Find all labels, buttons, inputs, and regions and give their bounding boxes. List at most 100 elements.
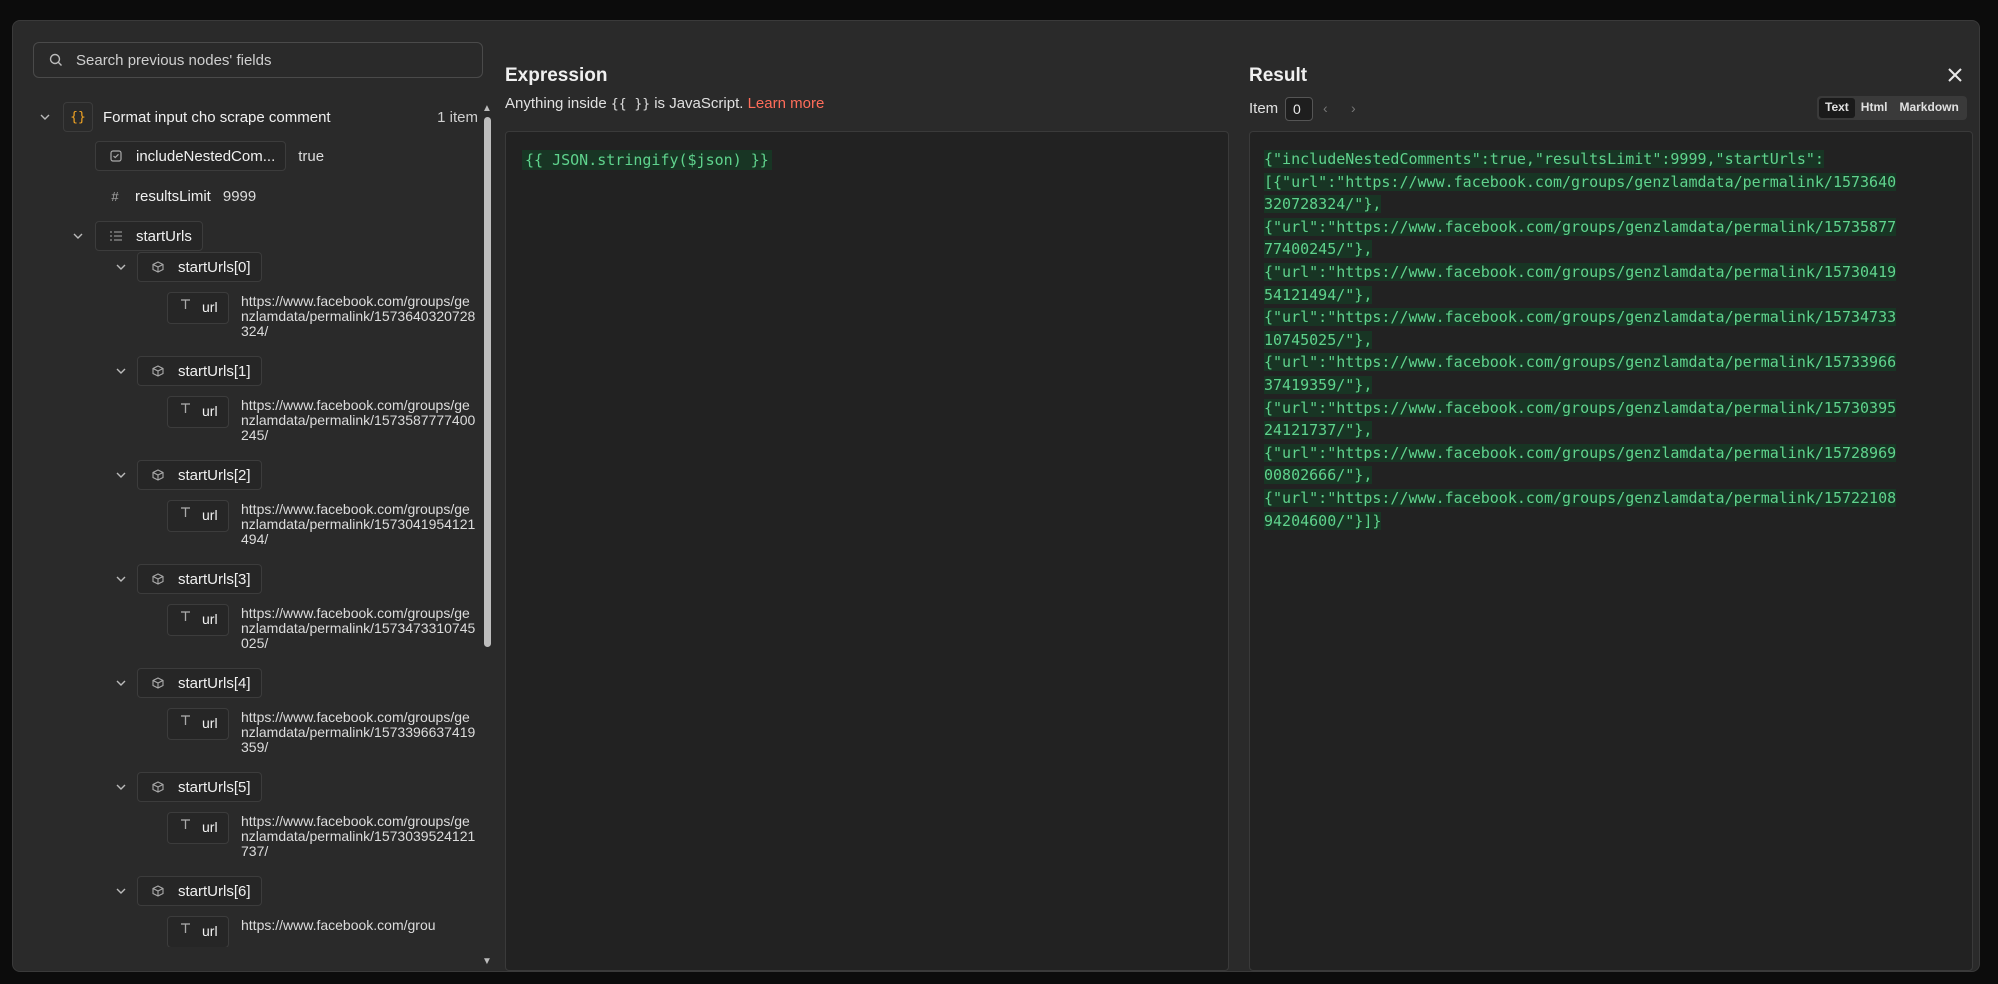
field-row[interactable]: includeNestedCom... true [95,141,324,171]
item-index-input[interactable] [1285,97,1313,121]
result-line-text: 94204600/"}]} [1264,511,1382,530]
array-item-name: startUrls[3] [178,570,251,588]
url-field-row[interactable]: url [167,708,229,740]
node-row[interactable]: {} Format input cho scrape comment 1 ite… [33,102,478,132]
url-value: https://www.facebook.com/groups/genzlamd… [241,605,476,651]
url-pill[interactable]: url [167,812,229,844]
array-item-pill[interactable]: startUrls[4] [137,668,262,698]
chevron-down-icon[interactable] [114,884,128,898]
array-item-row[interactable]: startUrls[0] [33,252,262,282]
scroll-up-icon[interactable]: ▲ [481,104,493,114]
array-item-name: startUrls[5] [178,778,251,796]
url-field-row[interactable]: url [167,396,229,428]
field-value: 9999 [222,187,257,205]
result-line-text: {"url":"https://www.facebook.com/groups/… [1264,353,1897,372]
chevron-down-icon[interactable] [114,780,128,794]
url-field-row[interactable]: url [167,812,229,844]
array-item-row[interactable]: startUrls[1] [33,356,262,386]
array-item-row[interactable]: startUrls[6] [33,876,262,906]
array-item-pill[interactable]: startUrls[0] [137,252,262,282]
url-pill[interactable]: url [167,292,229,324]
chevron-down-icon[interactable] [114,572,128,586]
field-name: includeNestedCom... [136,147,276,165]
chevron-down-icon[interactable] [114,676,128,690]
search-icon [49,53,62,66]
url-key: url [202,299,218,315]
array-item-pill[interactable]: startUrls[2] [137,460,262,490]
expression-editor[interactable]: {{ JSON.stringify($json) }} [505,131,1229,971]
search-input[interactable] [76,51,456,69]
array-item-row[interactable]: startUrls[3] [33,564,262,594]
url-key: url [202,507,218,523]
text-type-icon [176,403,194,414]
field-pill[interactable]: includeNestedCom... [95,141,287,171]
result-line-text: 77400245/"}, [1264,240,1373,259]
learn-more-link[interactable]: Learn more [748,95,825,112]
url-value: https://www.facebook.com/groups/genzlamd… [241,709,476,755]
scrollbar-thumb[interactable] [484,117,491,647]
result-line-text: {"url":"https://www.facebook.com/groups/… [1264,488,1897,507]
array-item-row[interactable]: startUrls[5] [33,772,262,802]
tab-markdown[interactable]: Markdown [1893,98,1964,118]
tab-text[interactable]: Text [1819,98,1855,118]
url-pill[interactable]: url [167,604,229,636]
url-key: url [202,715,218,731]
array-item-row[interactable]: startUrls[2] [33,460,262,490]
array-item-pill[interactable]: startUrls[3] [137,564,262,594]
url-key: url [202,819,218,835]
chevron-down-icon[interactable] [38,110,52,124]
input-panel: {} Format input cho scrape comment 1 ite… [33,42,496,972]
field-value: true [298,147,325,165]
array-item-pill[interactable]: startUrls[6] [137,876,262,906]
result-line: 37419359/"}, [1264,374,1954,397]
text-type-icon [176,299,194,310]
scroll-down-icon[interactable]: ▼ [481,957,493,967]
prev-item-icon[interactable]: ‹ [1323,100,1328,116]
url-pill[interactable]: url [167,396,229,428]
result-title: Result [1249,65,1308,86]
result-line: {"url":"https://www.facebook.com/groups/… [1264,261,1954,284]
chevron-down-icon[interactable] [114,468,128,482]
text-type-icon [176,923,194,934]
field-row[interactable]: # resultsLimit 9999 [95,181,256,211]
url-field-row[interactable]: url [167,916,229,947]
schema-tree: {} Format input cho scrape comment 1 ite… [33,92,478,947]
url-value: https://www.facebook.com/groups/genzlamd… [241,813,476,859]
array-pill[interactable]: startUrls [95,221,203,251]
chevron-down-icon[interactable] [114,364,128,378]
item-count: 1 item [437,108,478,126]
field-pill[interactable]: # resultsLimit [95,181,221,211]
array-item-pill[interactable]: startUrls[1] [137,356,262,386]
chevron-down-icon[interactable] [71,229,85,243]
close-icon[interactable] [1947,67,1967,87]
hint-prefix: Anything inside [505,95,607,112]
array-item-row[interactable]: startUrls[4] [33,668,262,698]
search-field[interactable] [33,42,483,78]
result-line: {"includeNestedComments":true,"resultsLi… [1264,148,1954,171]
next-item-icon[interactable]: › [1351,100,1356,116]
result-line: {"url":"https://www.facebook.com/groups/… [1264,487,1954,510]
result-line-text: {"url":"https://www.facebook.com/groups/… [1264,443,1897,462]
item-label: Item [1249,100,1279,117]
array-item-name: startUrls[4] [178,674,251,692]
text-type-icon [176,715,194,726]
url-pill[interactable]: url [167,500,229,532]
url-field-row[interactable]: url [167,500,229,532]
url-field-row[interactable]: url [167,604,229,636]
url-value: https://www.facebook.com/groups/genzlamd… [241,293,476,339]
array-item-pill[interactable]: startUrls[5] [137,772,262,802]
result-line: {"url":"https://www.facebook.com/groups/… [1264,216,1954,239]
result-line-text: {"url":"https://www.facebook.com/groups/… [1264,262,1897,281]
expression-code[interactable]: {{ JSON.stringify($json) }} [522,150,772,170]
url-field-row[interactable]: url [167,292,229,324]
chevron-down-icon[interactable] [114,260,128,274]
result-output: {"includeNestedComments":true,"resultsLi… [1249,131,1973,971]
url-key: url [202,923,218,939]
result-line-text: 00802666/"}, [1264,466,1373,485]
url-pill[interactable]: url [167,916,229,947]
result-line: 10745025/"}, [1264,329,1954,352]
array-row[interactable]: startUrls [33,221,203,251]
url-pill[interactable]: url [167,708,229,740]
expression-editor-modal: {} Format input cho scrape comment 1 ite… [12,20,1980,972]
tab-html[interactable]: Html [1855,98,1894,118]
